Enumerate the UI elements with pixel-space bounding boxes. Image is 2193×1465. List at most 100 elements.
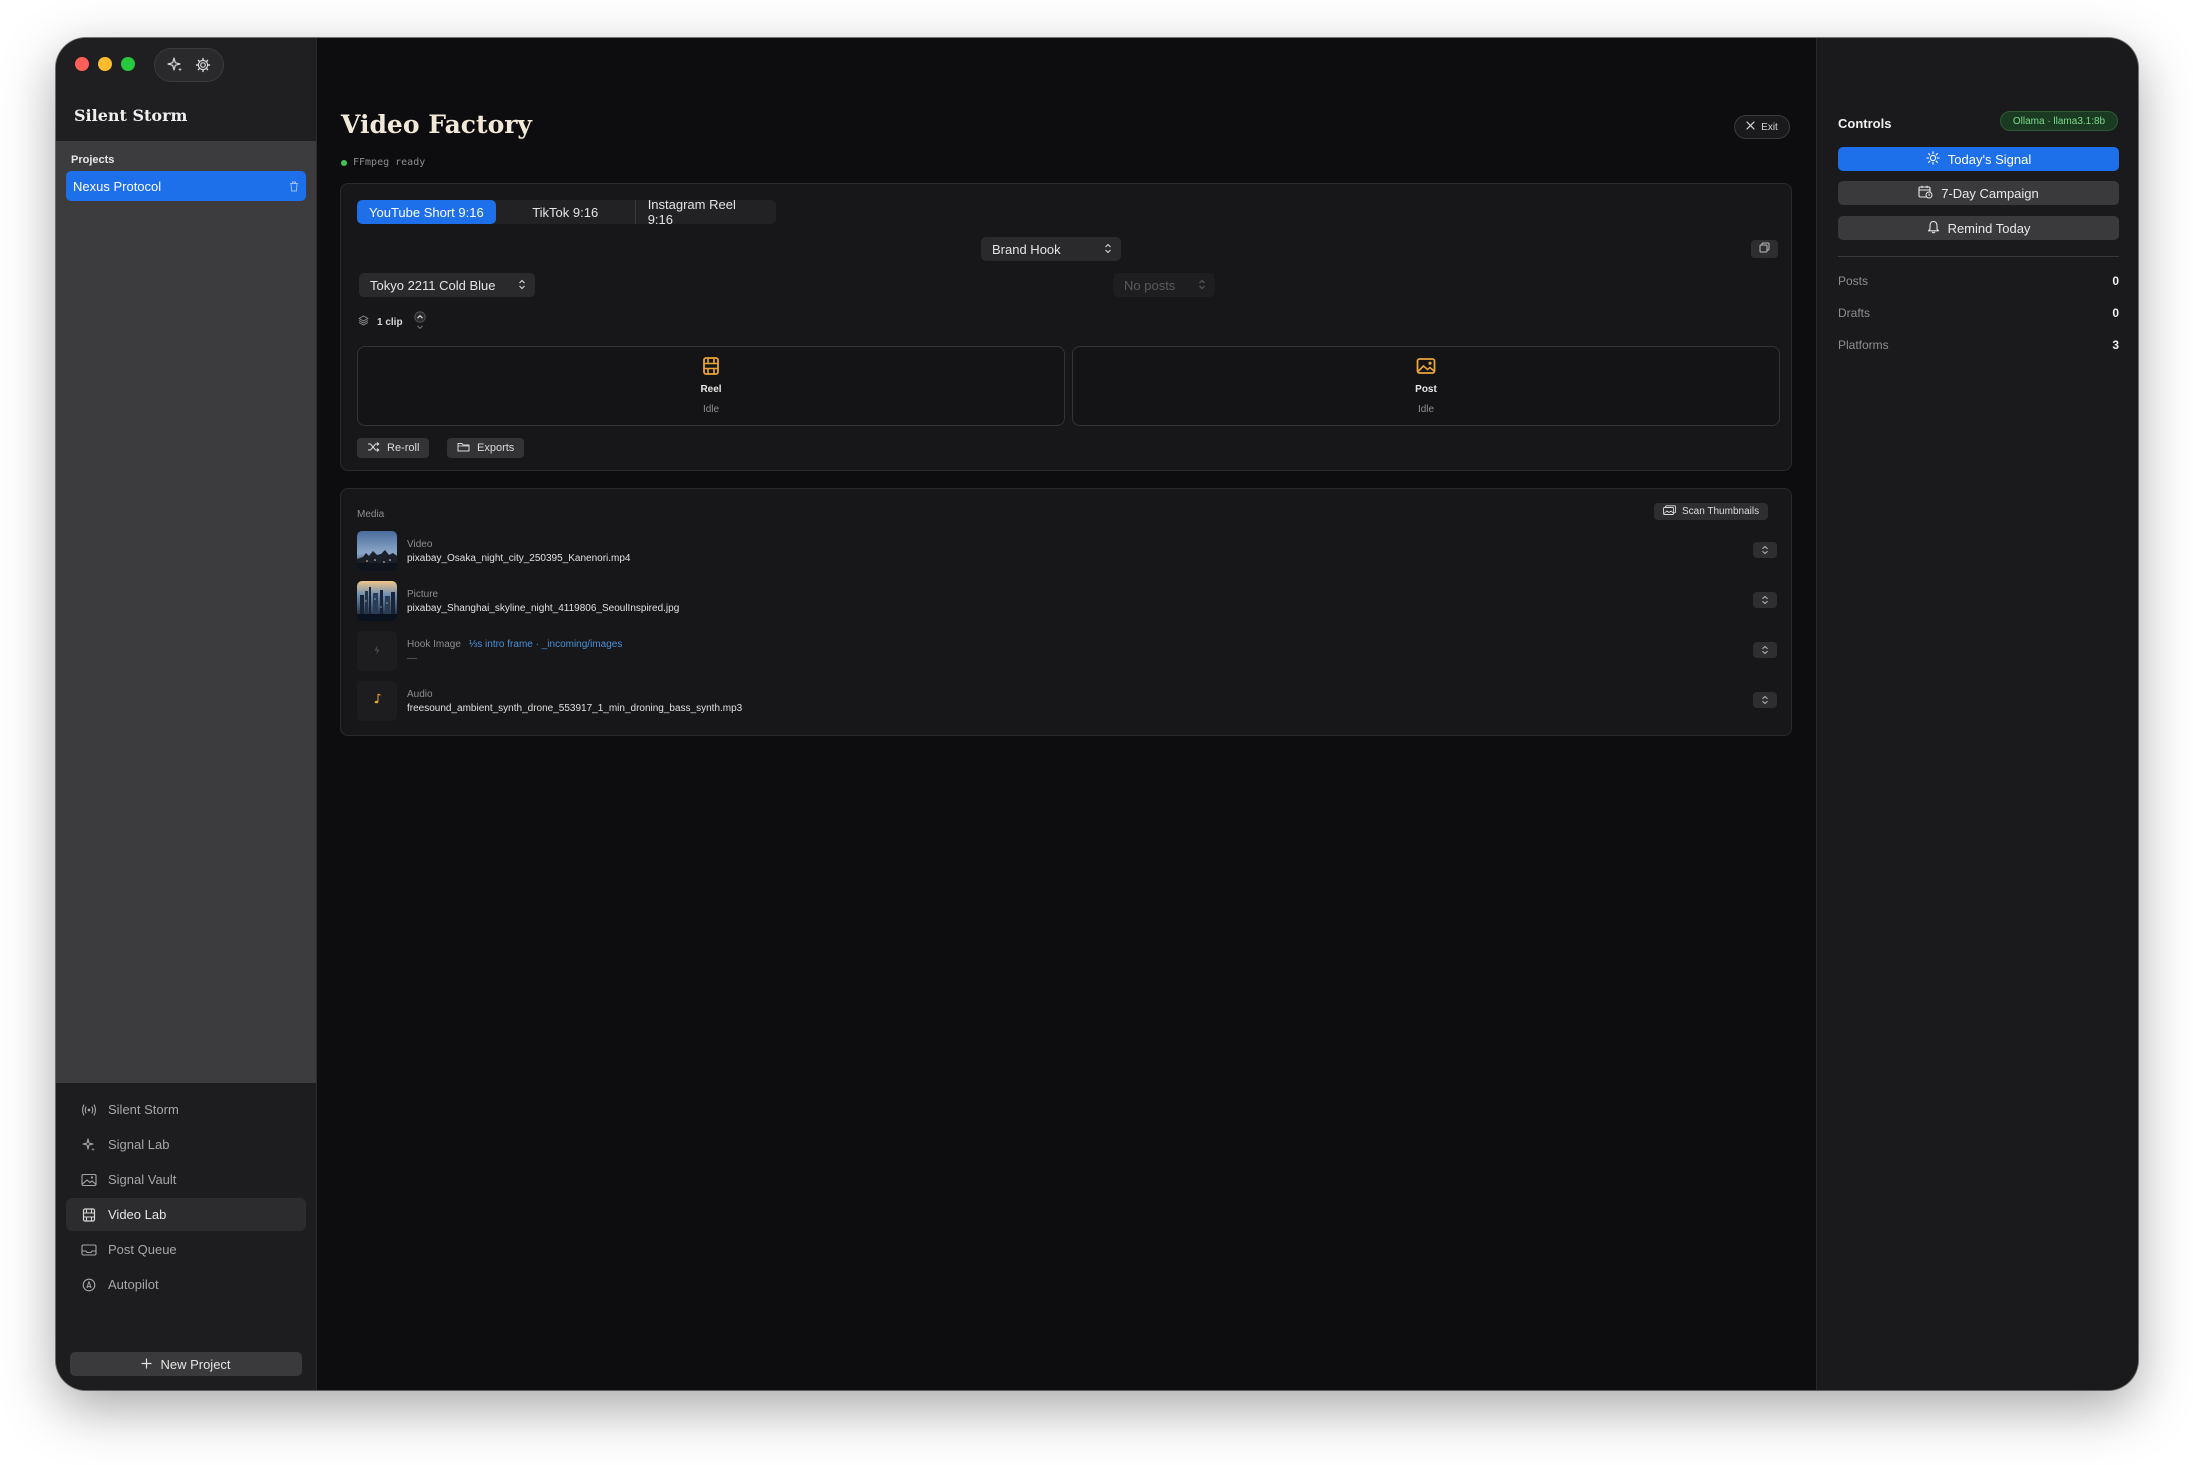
hook-style-select[interactable]: Brand Hook: [981, 237, 1121, 261]
nav-item-silent-storm[interactable]: Silent Storm: [66, 1093, 306, 1126]
media-text: Picture pixabay_Shanghai_skyline_night_4…: [407, 589, 679, 614]
reel-card-title: Reel: [700, 384, 722, 395]
scan-thumbnails-button[interactable]: Scan Thumbnails: [1654, 503, 1769, 520]
photo-icon: [1416, 355, 1436, 377]
nav-item-post-queue[interactable]: Post Queue: [66, 1233, 306, 1266]
clip-count-row: 1 clip: [358, 310, 429, 334]
media-select-chevron[interactable]: [1753, 642, 1777, 658]
stack-icon: [358, 315, 369, 329]
divider: [1838, 256, 2119, 257]
stat-platforms: Platforms 3: [1838, 338, 2119, 352]
chevron-updown-icon: [518, 278, 526, 293]
chevron-updown-icon: [1104, 242, 1112, 257]
remind-today-button[interactable]: Remind Today: [1838, 216, 2119, 240]
sun-icon: [1926, 150, 1940, 168]
chevron-updown-icon: [1198, 278, 1206, 293]
hook-image-hint: ⅓s intro frame · _incoming/images: [468, 638, 623, 650]
status-text: FFmpeg ready: [353, 157, 426, 168]
project-item-nexus-protocol[interactable]: Nexus Protocol: [66, 171, 306, 201]
media-row-audio[interactable]: Audio freesound_ambient_synth_drone_5539…: [357, 680, 1777, 722]
format-segmented-control: YouTube Short 9:16 TikTok 9:16 Instagram…: [357, 200, 776, 224]
hook-style-value: Brand Hook: [992, 241, 1061, 257]
new-project-label: New Project: [160, 1356, 231, 1372]
post-card[interactable]: Post Idle: [1072, 346, 1780, 426]
folder-icon: [457, 442, 470, 455]
stat-value: 0: [2112, 306, 2119, 320]
todays-signal-label: Today's Signal: [1947, 151, 2032, 167]
app-title: Silent Storm: [74, 106, 188, 125]
autopilot-icon: [80, 1278, 98, 1292]
photo-stack-icon: [1663, 505, 1676, 518]
toolbar-pill: [154, 48, 224, 82]
video-thumbnail: [357, 531, 397, 571]
model-badge: Ollama · llama3.1:8b: [2000, 111, 2118, 131]
sparkle-icon[interactable]: [164, 54, 186, 76]
media-panel: Media Scan Thumbnails Video pixabay_Osak…: [340, 488, 1792, 736]
nav-item-signal-vault[interactable]: Signal Vault: [66, 1163, 306, 1196]
close-icon: [1746, 121, 1755, 133]
exports-button[interactable]: Exports: [447, 438, 525, 458]
media-kind: Hook Image ⅓s intro frame · _incoming/im…: [407, 639, 622, 650]
tab-youtube-short[interactable]: YouTube Short 9:16: [357, 200, 496, 224]
plus-icon: [141, 1357, 153, 1372]
new-project-button[interactable]: New Project: [70, 1352, 302, 1376]
nav-label: Autopilot: [108, 1277, 159, 1292]
todays-signal-button[interactable]: Today's Signal: [1838, 147, 2119, 171]
tray-icon: [80, 1243, 98, 1257]
broadcast-icon: [80, 1103, 98, 1117]
media-label: Media: [357, 509, 385, 520]
minimize-window-button[interactable]: [98, 57, 112, 71]
media-kind-label: Audio: [407, 688, 433, 700]
music-note-icon: [372, 692, 382, 710]
media-file-name: pixabay_Osaka_night_city_250395_Kanenori…: [407, 552, 631, 564]
stat-value: 0: [2112, 274, 2119, 288]
status-dot: [341, 159, 347, 166]
nav-label: Post Queue: [108, 1242, 177, 1257]
media-row-hook-image[interactable]: Hook Image ⅓s intro frame · _incoming/im…: [357, 630, 1777, 672]
media-select-chevron[interactable]: [1753, 692, 1777, 708]
media-select-chevron[interactable]: [1753, 542, 1777, 558]
clip-count: 1 clip: [377, 316, 403, 328]
tab-tiktok[interactable]: TikTok 9:16: [496, 200, 636, 224]
posts-select-value: No posts: [1124, 277, 1176, 293]
posts-select[interactable]: No posts: [1113, 273, 1215, 297]
media-select-chevron[interactable]: [1753, 592, 1777, 608]
nav-list: Silent Storm Signal Lab Signal Vault Vid…: [66, 1093, 306, 1303]
page-title: Video Factory: [341, 110, 532, 139]
hook-image-placeholder: [357, 631, 397, 671]
stat-label: Posts: [1838, 274, 1869, 288]
media-row-video[interactable]: Video pixabay_Osaka_night_city_250395_Ka…: [357, 530, 1777, 572]
nav-label: Silent Storm: [108, 1102, 179, 1117]
exit-button[interactable]: Exit: [1734, 115, 1790, 139]
color-preset-value: Tokyo 2211 Cold Blue: [370, 277, 496, 293]
media-text: Hook Image ⅓s intro frame · _incoming/im…: [407, 639, 622, 664]
reroll-button[interactable]: Re-roll: [357, 438, 430, 458]
film-icon: [80, 1207, 98, 1222]
close-window-button[interactable]: [75, 57, 89, 71]
copy-button[interactable]: [1751, 240, 1778, 258]
media-row-picture[interactable]: Picture pixabay_Shanghai_skyline_night_4…: [357, 580, 1777, 622]
post-card-title: Post: [1415, 384, 1437, 395]
image-vault-icon: [80, 1173, 98, 1187]
scan-thumbnails-label: Scan Thumbnails: [1682, 506, 1760, 517]
main-content: Video Factory FFmpeg ready Exit YouTube …: [318, 38, 1816, 1390]
nav-item-video-lab[interactable]: Video Lab: [66, 1198, 306, 1231]
color-preset-select[interactable]: Tokyo 2211 Cold Blue: [359, 273, 535, 297]
tab-instagram-reel[interactable]: Instagram Reel 9:16: [636, 200, 776, 224]
media-kind: Video: [407, 539, 631, 550]
media-text: Video pixabay_Osaka_night_city_250395_Ka…: [407, 539, 631, 564]
reel-card[interactable]: Reel Idle: [357, 346, 1065, 426]
reel-card-status: Idle: [702, 404, 720, 415]
film-icon: [702, 355, 720, 377]
seven-day-campaign-button[interactable]: 7-Day Campaign: [1838, 181, 2119, 205]
clip-count-stepper[interactable]: [411, 310, 429, 334]
nav-item-autopilot[interactable]: Autopilot: [66, 1268, 306, 1301]
gear-icon[interactable]: [192, 54, 214, 76]
stat-drafts: Drafts 0: [1838, 306, 2119, 320]
zoom-window-button[interactable]: [121, 57, 135, 71]
nav-item-signal-lab[interactable]: Signal Lab: [66, 1128, 306, 1161]
media-file-name: freesound_ambient_synth_drone_553917_1_m…: [407, 702, 743, 714]
exit-label: Exit: [1761, 121, 1778, 133]
controls-title: Controls: [1838, 116, 1892, 131]
trash-icon[interactable]: [289, 181, 299, 192]
